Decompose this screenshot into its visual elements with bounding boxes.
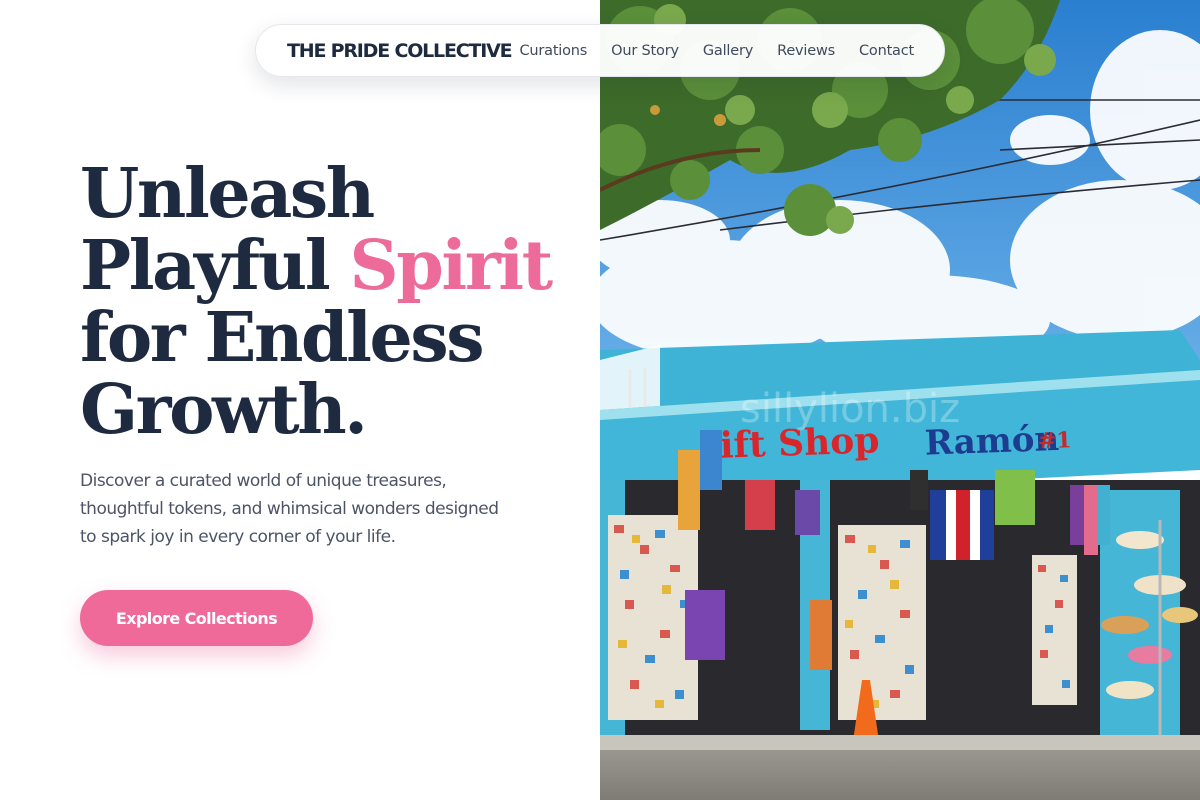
magnet-board-right bbox=[1032, 555, 1077, 705]
magnet-board-left bbox=[608, 515, 698, 720]
shop-sign-number: #1 bbox=[1037, 427, 1072, 454]
nav-link-reviews[interactable]: Reviews bbox=[777, 43, 835, 59]
headline-line-3: for Endless bbox=[80, 298, 485, 378]
nav-link-our-story[interactable]: Our Story bbox=[611, 43, 679, 59]
headline-line-2: Playful Spirit bbox=[80, 230, 580, 302]
top-navigation: THE PRIDE COLLECTIVE Curations Our Story… bbox=[255, 24, 945, 77]
nav-links: Curations Our Story Gallery Reviews Cont… bbox=[519, 43, 914, 59]
headline-line-4: Growth. bbox=[80, 370, 368, 450]
road bbox=[600, 750, 1200, 800]
nav-link-gallery[interactable]: Gallery bbox=[703, 43, 753, 59]
hero-image-gift-shop: ift Shop Ramón #1 sillylion.biz bbox=[600, 0, 1200, 800]
headline-word-playful: Playful bbox=[80, 226, 331, 306]
nav-link-contact[interactable]: Contact bbox=[859, 43, 914, 59]
hero-subtext: Discover a curated world of unique treas… bbox=[80, 471, 499, 547]
headline-line-1: Unleash bbox=[80, 154, 375, 234]
costa-rica-flags bbox=[930, 490, 994, 560]
sidewalk bbox=[600, 735, 1200, 750]
gift-shop-illustration: ift Shop Ramón #1 sillylion.biz bbox=[600, 0, 1200, 800]
magnet-board-center bbox=[838, 525, 926, 720]
nav-link-curations[interactable]: Curations bbox=[519, 43, 587, 59]
headline-accent-word: Spirit bbox=[349, 226, 554, 306]
image-watermark: sillylion.biz bbox=[740, 386, 960, 432]
brand-logo[interactable]: THE PRIDE COLLECTIVE bbox=[287, 40, 513, 62]
hero-headline: Unleash Playful Spirit for Endless Growt… bbox=[80, 158, 580, 446]
explore-collections-button[interactable]: Explore Collections bbox=[80, 590, 313, 646]
